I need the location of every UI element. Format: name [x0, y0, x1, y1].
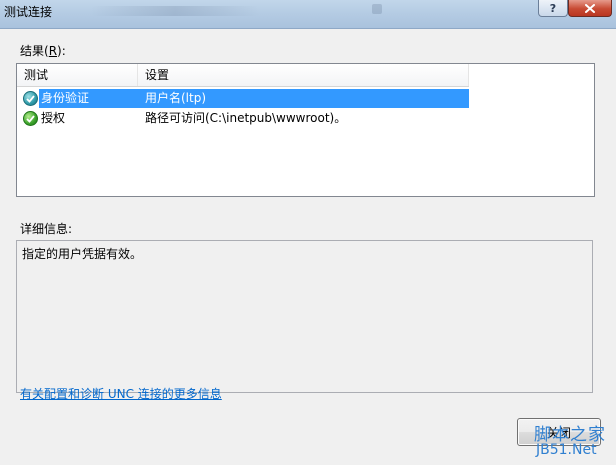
results-accelerator: R	[48, 44, 58, 58]
result-row-authentication[interactable]: 身份验证 用户名(ltp)	[17, 89, 469, 108]
results-list[interactable]: 测试 设置 身份验证 用户名(ltp) 授权 路径可访问(C:\inetpub\…	[16, 63, 595, 197]
result-test-cell: 授权	[41, 111, 66, 125]
results-header: 测试 设置	[17, 64, 469, 87]
details-box[interactable]: 指定的用户凭据有效。	[16, 240, 593, 393]
background-window-icon	[372, 4, 382, 14]
help-button[interactable]: ?	[538, 0, 568, 17]
details-label: 详细信息:	[20, 222, 73, 236]
result-row-authorization[interactable]: 授权 路径可访问(C:\inetpub\wwwroot)。	[17, 109, 469, 128]
close-icon	[585, 3, 595, 13]
results-label: 结果(R):	[20, 44, 66, 58]
column-header-setting[interactable]: 设置	[138, 64, 469, 86]
result-setting-cell: 用户名(ltp)	[138, 89, 469, 108]
result-test-cell: 身份验证	[39, 89, 138, 108]
success-check-icon	[23, 111, 38, 126]
unc-help-link[interactable]: 有关配置和诊断 UNC 连接的更多信息	[20, 385, 222, 402]
info-check-icon	[23, 91, 38, 106]
window-close-button[interactable]	[568, 0, 612, 17]
result-setting-cell: 路径可访问(C:\inetpub\wwwroot)。	[145, 111, 347, 125]
watermark: 脚本之家 JB51.Net	[532, 420, 616, 464]
watermark-line2: JB51.Net	[536, 442, 597, 458]
title-bar: 测试连接 ?	[0, 0, 616, 29]
background-window-blur	[90, 6, 260, 16]
help-icon: ?	[549, 1, 557, 15]
column-header-test[interactable]: 测试	[17, 64, 138, 86]
window-title: 测试连接	[4, 5, 53, 19]
details-text: 指定的用户凭据有效。	[22, 247, 143, 261]
